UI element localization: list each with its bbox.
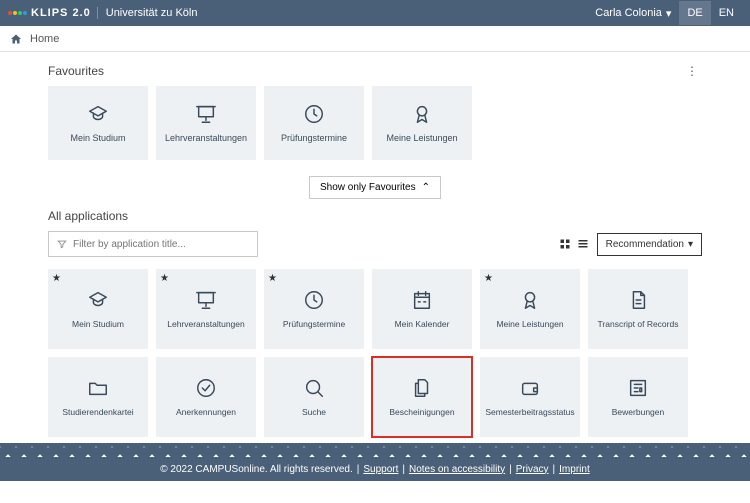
caret-down-icon: ▾ <box>666 7 672 20</box>
tile-label: Meine Leistungen <box>382 133 461 143</box>
favourites-heading: Favourites ⋮ <box>48 64 702 78</box>
check-icon <box>195 377 217 399</box>
app-tile-newspaper[interactable]: Bewerbungen <box>588 357 688 437</box>
app-tile-folder[interactable]: Studierendenkartei <box>48 357 148 437</box>
chevron-up-icon: ⌃ <box>422 182 430 193</box>
graduation-icon <box>87 103 109 125</box>
favourite-tile-graduation[interactable]: Mein Studium <box>48 86 148 160</box>
clock-icon <box>303 103 325 125</box>
app-tile-check[interactable]: Anerkennungen <box>156 357 256 437</box>
filter-box[interactable] <box>48 231 258 257</box>
files-icon <box>411 377 433 399</box>
top-bar: KLIPS 2.0 Universität zu Köln Carla Colo… <box>0 0 750 26</box>
recommendation-label: Recommendation <box>606 239 684 250</box>
app-tile-document[interactable]: Transcript of Records <box>588 269 688 349</box>
app-tile-wallet[interactable]: Semesterbeitragsstatus <box>480 357 580 437</box>
tile-label: Anerkennungen <box>173 407 239 417</box>
tile-label: Prüfungstermine <box>277 133 351 143</box>
app-tile-calendar[interactable]: Mein Kalender <box>372 269 472 349</box>
award-icon <box>411 103 433 125</box>
favourite-tile-presentation[interactable]: Lehrveranstaltungen <box>156 86 256 160</box>
filter-row: Recommendation ▾ <box>48 231 702 257</box>
calendar-icon <box>411 289 433 311</box>
breadcrumb: Home <box>0 26 750 52</box>
show-only-favourites-button[interactable]: Show only Favourites ⌃ <box>309 176 441 199</box>
app-tile-graduation[interactable]: ★ Mein Studium <box>48 269 148 349</box>
star-icon[interactable]: ★ <box>484 273 493 284</box>
footer-link-imprint[interactable]: Imprint <box>559 464 590 475</box>
footer: © 2022 CAMPUSonline. All rights reserved… <box>0 457 750 481</box>
tile-label: Lehrveranstaltungen <box>161 133 251 143</box>
recommendation-dropdown[interactable]: Recommendation ▾ <box>597 233 702 256</box>
all-apps-heading: All applications <box>48 209 702 223</box>
university-name: Universität zu Köln <box>106 7 198 19</box>
breadcrumb-home[interactable]: Home <box>30 33 59 45</box>
footer-link-accessibility[interactable]: Notes on accessibility <box>409 464 505 475</box>
tile-label: Suche <box>299 407 329 417</box>
logo-dots-icon <box>8 11 27 15</box>
tile-label: Transcript of Records <box>595 319 682 329</box>
language-switch: DE EN <box>679 1 742 25</box>
star-icon[interactable]: ★ <box>160 273 169 284</box>
grid-view-icon[interactable] <box>559 238 571 250</box>
folder-icon <box>87 377 109 399</box>
app-tile-clock[interactable]: ★ Prüfungstermine <box>264 269 364 349</box>
app-logo: KLIPS 2.0 <box>8 7 98 19</box>
footer-link-privacy[interactable]: Privacy <box>516 464 549 475</box>
favourite-tile-award[interactable]: Meine Leistungen <box>372 86 472 160</box>
lang-en[interactable]: EN <box>711 1 742 25</box>
view-switch <box>559 238 589 250</box>
tile-label: Meine Leistungen <box>493 319 566 329</box>
app-tile-award[interactable]: ★ Meine Leistungen <box>480 269 580 349</box>
graduation-icon <box>87 289 109 311</box>
logo-text: KLIPS 2.0 <box>31 7 91 19</box>
applications-grid: ★ Mein Studium ★ Lehrveranstaltungen ★ Prüfun… <box>48 269 702 437</box>
show-only-label: Show only Favourites <box>320 182 416 193</box>
document-icon <box>627 289 649 311</box>
tile-label: Mein Studium <box>66 133 129 143</box>
app-tile-presentation[interactable]: ★ Lehrveranstaltungen <box>156 269 256 349</box>
page-tear-decoration <box>0 443 750 457</box>
user-name: Carla Colonia <box>595 7 662 19</box>
footer-copyright: © 2022 CAMPUSonline. All rights reserved… <box>160 464 352 475</box>
presentation-icon <box>195 103 217 125</box>
favourite-tile-clock[interactable]: Prüfungstermine <box>264 86 364 160</box>
tile-label: Lehrveranstaltungen <box>164 319 248 329</box>
tile-label: Semesterbeitragsstatus <box>482 407 577 417</box>
tile-label: Mein Studium <box>69 319 127 329</box>
tile-label: Bescheinigungen <box>386 407 457 417</box>
newspaper-icon <box>627 377 649 399</box>
presentation-icon <box>195 289 217 311</box>
favourites-menu-icon[interactable]: ⋮ <box>682 64 702 78</box>
user-dropdown[interactable]: Carla Colonia ▾ <box>595 7 671 20</box>
home-icon[interactable] <box>10 33 22 45</box>
lang-de[interactable]: DE <box>679 1 710 25</box>
tile-label: Bewerbungen <box>609 407 667 417</box>
filter-input[interactable] <box>73 239 249 250</box>
clock-icon <box>303 289 325 311</box>
favourites-title: Favourites <box>48 64 104 78</box>
list-view-icon[interactable] <box>577 238 589 250</box>
filter-icon <box>57 239 67 249</box>
star-icon[interactable]: ★ <box>268 273 277 284</box>
tile-label: Studierendenkartei <box>59 407 136 417</box>
caret-down-icon: ▾ <box>688 239 693 250</box>
tile-label: Mein Kalender <box>392 319 453 329</box>
app-tile-files[interactable]: Bescheinigungen <box>372 357 472 437</box>
star-icon[interactable]: ★ <box>52 273 61 284</box>
footer-link-support[interactable]: Support <box>363 464 398 475</box>
app-tile-search[interactable]: Suche <box>264 357 364 437</box>
favourites-row: Mein Studium Lehrveranstaltungen Prüfungst… <box>48 86 702 160</box>
wallet-icon <box>519 377 541 399</box>
show-only-wrapper: Show only Favourites ⌃ <box>48 176 702 199</box>
tile-label: Prüfungstermine <box>280 319 348 329</box>
search-icon <box>303 377 325 399</box>
all-apps-title: All applications <box>48 209 128 223</box>
award-icon <box>519 289 541 311</box>
